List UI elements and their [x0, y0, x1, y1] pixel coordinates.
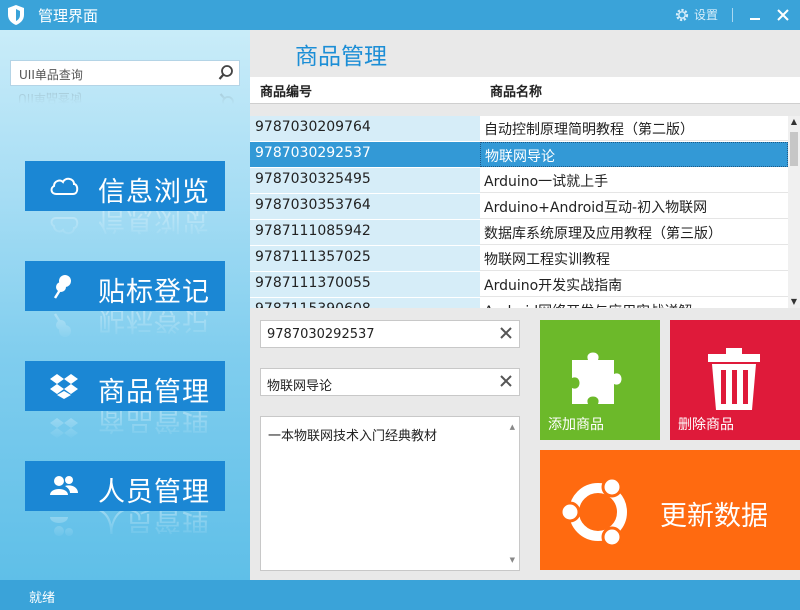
- goods-name-field[interactable]: 物联网导论: [260, 368, 520, 396]
- shield-icon: [8, 5, 24, 25]
- pin-icon: [53, 275, 71, 299]
- trash-icon: [708, 348, 760, 410]
- nav-goods-manage-label: 商品管理: [98, 377, 210, 408]
- scroll-up-icon[interactable]: ▲: [788, 116, 800, 128]
- table-row[interactable]: 9787111085942 数据库系统原理及应用教程（第三版）: [250, 220, 788, 246]
- nav-staff-manage-label: 人员管理: [98, 477, 210, 508]
- nav-reflection-label: 商品管理: [98, 411, 210, 435]
- description-textarea[interactable]: 一本物联网技术入门经典教材 ▲ ▼: [260, 416, 520, 571]
- cell-id: 9787030353764: [250, 194, 480, 219]
- nav-staff-manage-reflection: 人员管理: [25, 511, 225, 551]
- search-input[interactable]: UII单品查询: [10, 60, 240, 86]
- search-placeholder: UII单品查询: [19, 68, 83, 82]
- search-icon[interactable]: [217, 64, 235, 82]
- update-data-label: 更新数据: [660, 501, 768, 532]
- clear-icon[interactable]: [499, 326, 513, 340]
- sidebar: UII单品查询 UII单品查询 信息浏览 信息浏览 贴标登记 贴标登记 商品管理…: [0, 30, 250, 580]
- users-reflection-icon: [50, 517, 73, 536]
- description-value: 一本物联网技术入门经典教材: [268, 429, 438, 444]
- nav-reflection-label: 贴标登记: [98, 311, 210, 335]
- pin-reflection-icon: [53, 313, 71, 337]
- delete-goods-label: 删除商品: [678, 417, 734, 433]
- table-scrollbar[interactable]: ▲ ▼: [788, 116, 800, 308]
- cell-name: 数据库系统原理及应用教程（第三版）: [480, 220, 788, 245]
- scroll-down-icon[interactable]: ▼: [788, 296, 800, 308]
- cell-id: 9787111370055: [250, 272, 480, 297]
- cell-name: Arduino开发实战指南: [480, 272, 788, 297]
- cell-id: 9787111085942: [250, 220, 480, 245]
- table-row[interactable]: 9787111357025 物联网工程实训教程: [250, 246, 788, 272]
- nav-goods-manage-reflection: 商品管理: [25, 411, 225, 451]
- cell-id: 9787111357025: [250, 246, 480, 271]
- goods-id-value: 9787030292537: [267, 327, 375, 342]
- clear-icon[interactable]: [499, 374, 513, 388]
- status-bar: 就绪: [0, 580, 800, 610]
- table-header: 商品编号 商品名称: [250, 77, 800, 104]
- cell-name: 物联网工程实训教程: [480, 246, 788, 271]
- nav-goods-manage[interactable]: 商品管理: [25, 361, 225, 411]
- cell-id: 9787030292537: [250, 142, 480, 167]
- settings-label: 设置: [694, 8, 719, 22]
- cell-name: Arduino一试就上手: [480, 168, 788, 193]
- add-goods-button[interactable]: 添加商品: [540, 320, 660, 440]
- delete-goods-button[interactable]: 删除商品: [670, 320, 800, 440]
- dropbox-icon: [50, 374, 78, 399]
- users-icon: [50, 476, 78, 495]
- goods-name-value: 物联网导论: [267, 379, 333, 394]
- cell-name: 物联网导论: [480, 142, 788, 167]
- close-icon[interactable]: [774, 6, 792, 24]
- nav-info-browse[interactable]: 信息浏览: [25, 161, 225, 211]
- table-row[interactable]: 9787030325495 Arduino一试就上手: [250, 168, 788, 194]
- table-row-selected[interactable]: 9787030292537 物联网导论: [250, 142, 788, 168]
- update-data-button[interactable]: 更新数据: [540, 450, 800, 570]
- ubuntu-icon: [559, 476, 627, 548]
- status-text: 就绪: [29, 591, 56, 606]
- nav-reflection-label: 信息浏览: [98, 211, 210, 235]
- settings-button[interactable]: 设置: [674, 6, 718, 23]
- memo-scroll-down-icon[interactable]: ▼: [510, 556, 515, 564]
- cloud-icon: [50, 177, 79, 195]
- main-panel: 商品管理 商品编号 商品名称 9787030209764 自动控制原理简明教程（…: [250, 30, 800, 580]
- add-goods-label: 添加商品: [548, 417, 604, 433]
- search-reflection-icon: [219, 93, 234, 108]
- column-header-name[interactable]: 商品名称: [490, 81, 542, 100]
- cell-id: 9787030209764: [250, 116, 480, 141]
- table-row[interactable]: 9787115390608 Android网络开发与应用实战详解: [250, 298, 788, 308]
- nav-label-register[interactable]: 贴标登记: [25, 261, 225, 311]
- title-bar: 管理界面 设置: [0, 0, 800, 30]
- nav-staff-manage[interactable]: 人员管理: [25, 461, 225, 511]
- table-row[interactable]: 9787030209764 自动控制原理简明教程（第二版）: [250, 116, 788, 142]
- minimize-icon[interactable]: [746, 6, 764, 24]
- goods-table: 9787030209764 自动控制原理简明教程（第二版） 9787030292…: [250, 116, 800, 308]
- scroll-thumb[interactable]: [790, 132, 798, 166]
- nav-label-register-label: 贴标登记: [98, 277, 210, 308]
- title-separator: [732, 8, 733, 22]
- cell-id: 9787115390608: [250, 298, 480, 308]
- puzzle-icon: [572, 352, 622, 404]
- search-reflection-text: UII单品查询: [18, 91, 82, 105]
- cell-id: 9787030325495: [250, 168, 480, 193]
- window-title: 管理界面: [38, 7, 99, 25]
- cloud-reflection-icon: [50, 217, 79, 235]
- dropbox-reflection-icon: [50, 418, 78, 438]
- gear-icon: [675, 8, 689, 21]
- table-row[interactable]: 9787030353764 Arduino+Android互动-初入物联网: [250, 194, 788, 220]
- cell-name: Arduino+Android互动-初入物联网: [480, 194, 788, 219]
- nav-info-browse-reflection: 信息浏览: [25, 211, 225, 251]
- page-title: 商品管理: [295, 44, 387, 70]
- column-header-id[interactable]: 商品编号: [260, 81, 312, 100]
- table-row[interactable]: 9787111370055 Arduino开发实战指南: [250, 272, 788, 298]
- cell-name: Android网络开发与应用实战详解: [480, 298, 788, 308]
- memo-scroll-up-icon[interactable]: ▲: [510, 423, 515, 431]
- cell-name: 自动控制原理简明教程（第二版）: [480, 116, 788, 141]
- goods-id-field[interactable]: 9787030292537: [260, 320, 520, 348]
- nav-reflection-label: 人员管理: [98, 511, 210, 535]
- nav-label-register-reflection: 贴标登记: [25, 311, 225, 351]
- nav-info-browse-label: 信息浏览: [98, 177, 210, 208]
- search-reflection: UII单品查询: [10, 86, 240, 112]
